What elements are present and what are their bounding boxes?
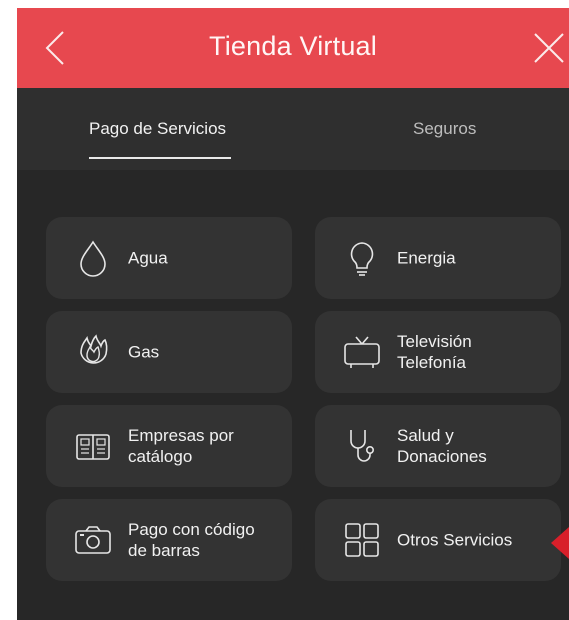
- stethoscope-icon: [341, 425, 383, 467]
- service-label: Gas: [128, 342, 160, 362]
- service-card-television-telefonia[interactable]: Televisión Telefonía: [315, 311, 561, 393]
- service-card-codigo-de-barras[interactable]: Pago con código de barras: [46, 499, 292, 581]
- page-title: Tienda Virtual: [209, 31, 377, 61]
- service-card-gas[interactable]: Gas: [46, 311, 292, 393]
- tab-pago-de-servicios[interactable]: Pago de Servicios: [89, 119, 226, 139]
- grid-icon: [341, 519, 383, 561]
- service-label: Salud y Donaciones: [397, 426, 487, 466]
- app-screen: Tienda Virtual Pago de Servicios Seguros…: [17, 8, 569, 620]
- service-card-energia[interactable]: Energia: [315, 217, 561, 299]
- active-tab-indicator: [89, 157, 231, 159]
- service-label: Pago con código de barras: [128, 520, 255, 560]
- camera-icon: [72, 519, 114, 561]
- tab-seguros[interactable]: Seguros: [413, 119, 476, 139]
- service-card-salud-donaciones[interactable]: Salud y Donaciones: [315, 405, 561, 487]
- service-card-agua[interactable]: Agua: [46, 217, 292, 299]
- lightbulb-icon: [341, 237, 383, 279]
- header-bar: Tienda Virtual: [17, 8, 569, 88]
- service-card-otros-servicios[interactable]: Otros Servicios: [315, 499, 561, 581]
- service-label: Energia: [397, 248, 456, 268]
- close-icon: [534, 33, 564, 63]
- close-button[interactable]: [529, 28, 569, 68]
- service-label: Televisión Telefonía: [397, 332, 472, 372]
- water-drop-icon: [72, 237, 114, 279]
- flame-icon: [72, 331, 114, 373]
- service-label: Otros Servicios: [397, 530, 513, 550]
- pointer-arrow-icon: [551, 527, 569, 559]
- tv-icon: [341, 331, 383, 373]
- book-icon: [72, 425, 114, 467]
- service-label: Empresas por catálogo: [128, 426, 234, 466]
- service-card-empresas-por-catalogo[interactable]: Empresas por catálogo: [46, 405, 292, 487]
- tab-bar: Pago de Servicios Seguros: [17, 88, 569, 170]
- service-label: Agua: [128, 248, 168, 268]
